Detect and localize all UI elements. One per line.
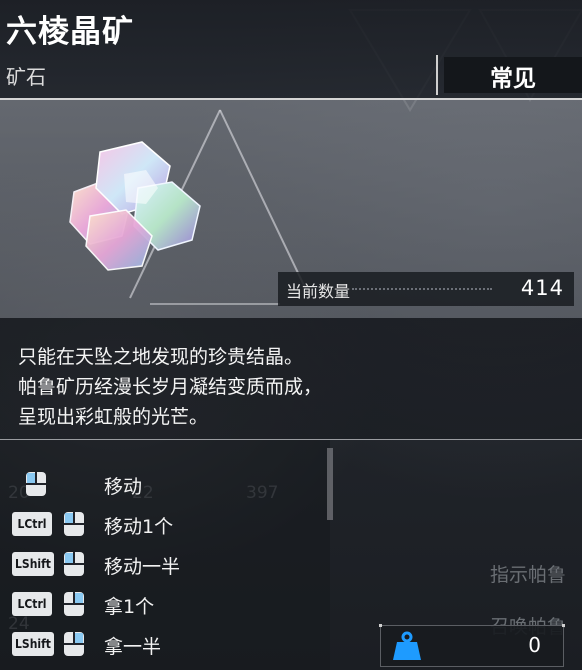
item-header: 六棱晶矿 矿石 常见 [0,0,582,98]
item-name: 六棱晶矿 [6,14,134,50]
key-lctrl: LCtrl [12,592,52,616]
description-line: 呈现出彩虹般的光芒。 [18,406,209,428]
corner-marker [379,624,382,627]
weight-value: 0 [528,633,541,657]
control-row-take-one: LCtrl 拿1个 [0,588,330,622]
quantity-panel: 当前数量 414 [278,272,574,306]
mouse-right-click-icon [64,592,84,616]
key-lshift: LShift [12,552,54,576]
quantity-divider [352,288,492,292]
hexagonal-crystal-icon [69,141,201,271]
mouse-left-click-icon [26,472,46,496]
control-label: 拿1个 [104,596,155,618]
controls-hint-panel: 移动 LCtrl 移动1个 LShift 移动一半 LCtrl 拿1个 LShi… [0,440,330,670]
mouse-right-click-icon [64,632,84,656]
weight-icon [393,631,421,660]
bg-menu-command-pal: 指示帕鲁 [490,564,567,586]
description-line: 只能在天坠之地发现的珍贵结晶。 [18,346,304,368]
description-panel: 只能在天坠之地发现的珍贵结晶。 帕鲁矿历经漫长岁月凝结变质而成， 呈现出彩虹般的… [0,318,582,440]
control-row-take-half: LShift 拿一半 [0,628,330,662]
rarity-label: 常见 [490,66,536,92]
key-lctrl: LCtrl [12,512,52,536]
rarity-bracket [436,55,442,95]
control-label: 移动一半 [104,556,181,578]
quantity-label: 当前数量 [286,282,351,301]
rarity-badge: 常见 [436,55,582,95]
description-line: 帕鲁矿历经漫长岁月凝结变质而成， [18,376,323,398]
control-row-move-one: LCtrl 移动1个 [0,508,330,542]
control-label: 拿一半 [104,636,162,658]
mouse-left-click-icon [64,512,84,536]
key-lshift: LShift [12,632,54,656]
corner-marker [562,624,565,627]
item-category: 矿石 [6,65,46,89]
quantity-value: 414 [520,276,564,300]
mouse-left-click-icon [64,552,84,576]
control-label: 移动1个 [104,516,174,538]
scrollbar[interactable] [327,448,333,520]
control-row-move-half: LShift 移动一半 [0,548,330,582]
control-row-move: 移动 [0,468,330,502]
control-label: 移动 [104,476,143,498]
weight-indicator: 0 [379,624,565,667]
